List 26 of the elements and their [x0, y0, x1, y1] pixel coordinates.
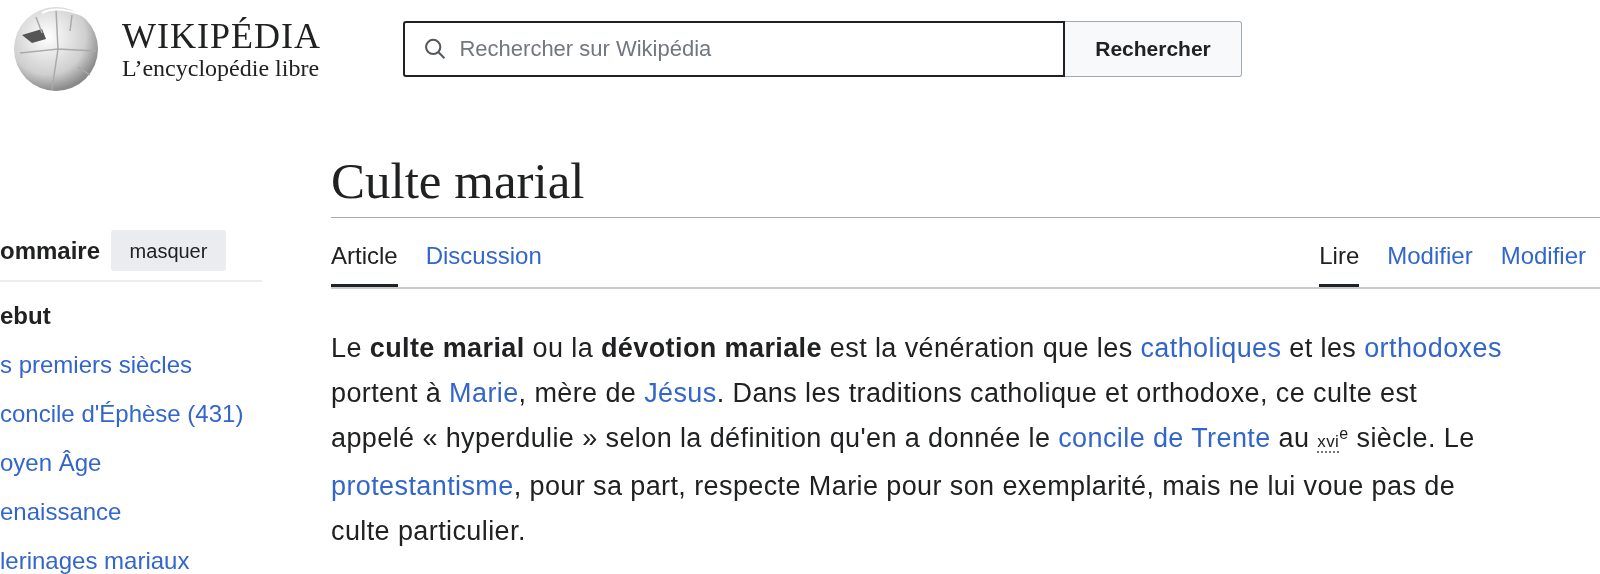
page-tab[interactable]: Lire — [1319, 234, 1360, 287]
toc-item[interactable]: concile d'Éphèse (431) — [0, 398, 262, 430]
toc-item[interactable]: lerinages mariaux — [0, 545, 262, 574]
globe-logo-icon — [12, 4, 100, 93]
page-tab[interactable]: Modifier — [1387, 234, 1473, 287]
search-input[interactable]: Rechercher sur Wikipédia — [459, 32, 1045, 65]
search-field[interactable]: Rechercher sur Wikipédia — [403, 20, 1065, 77]
toc-item[interactable]: s premiers siècles — [0, 349, 262, 381]
toc-item[interactable]: enaissance — [0, 496, 262, 528]
article-link[interactable]: Marie — [449, 378, 519, 408]
tagline: L’encyclopédie libre — [122, 54, 321, 81]
article-link[interactable]: concile de Trente — [1058, 423, 1271, 453]
page-tab[interactable]: Discussion — [425, 234, 542, 287]
toc-item[interactable]: ebut — [0, 300, 262, 332]
search-button[interactable]: Rechercher — [1065, 20, 1242, 77]
toc-title: ommaire — [0, 235, 101, 266]
page-tab[interactable]: Modifier — [1500, 234, 1586, 287]
article-link[interactable]: catholiques — [1140, 333, 1282, 363]
page-tab[interactable]: Article — [331, 234, 398, 287]
article-title: Culte marial — [331, 151, 1600, 218]
wordmark: WIKIPÉDIA — [122, 16, 321, 55]
article-link[interactable]: protestantisme — [331, 471, 514, 501]
article-link[interactable]: orthodoxes — [1364, 333, 1502, 363]
hide-toc-button[interactable]: masquer — [111, 230, 226, 271]
article-link[interactable]: Jésus — [644, 378, 717, 408]
toc-item[interactable]: oyen Âge — [0, 447, 262, 479]
